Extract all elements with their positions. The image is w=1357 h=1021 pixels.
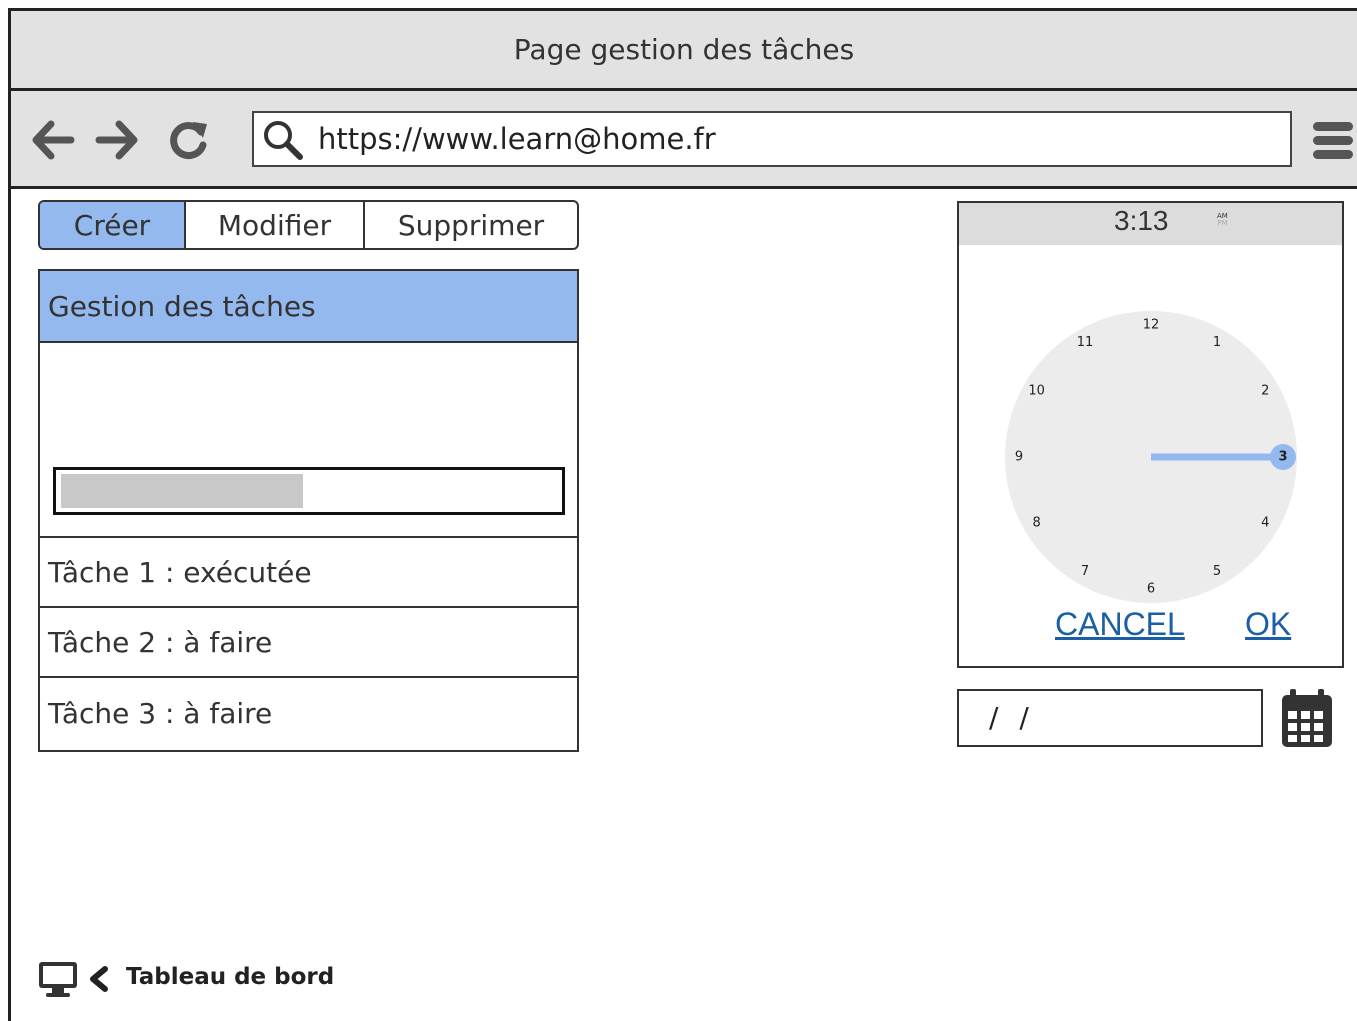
menu-icon[interactable]: [1311, 116, 1355, 164]
window-title: Page gestion des tâches: [11, 11, 1357, 91]
tab-supprimer[interactable]: Supprimer: [363, 202, 577, 248]
calendar-icon[interactable]: [1280, 687, 1334, 749]
clock-hour-5[interactable]: 5: [1213, 564, 1221, 579]
action-tabs: Créer Modifier Supprimer: [38, 200, 579, 250]
chevron-left-icon: [90, 966, 108, 992]
address-bar: https://www.learn@home.fr: [11, 91, 1357, 189]
date-value: / /: [989, 701, 1035, 734]
list-item[interactable]: Tâche 1 : exécutée: [40, 538, 577, 608]
time-display[interactable]: 3:13: [1114, 203, 1169, 241]
clock-hour-11[interactable]: 11: [1077, 335, 1094, 350]
cancel-button[interactable]: CANCEL: [1055, 606, 1185, 643]
date-field[interactable]: / /: [957, 689, 1263, 747]
list-item[interactable]: Tâche 3 : à faire: [40, 678, 577, 748]
reload-icon[interactable]: [167, 118, 211, 162]
monitor-icon: [39, 962, 77, 997]
task-input[interactable]: [53, 467, 565, 515]
url-field[interactable]: https://www.learn@home.fr: [252, 111, 1292, 167]
time-picker-header: 3:13 AM PM: [959, 203, 1342, 245]
clock-face[interactable]: 121234567891011: [1005, 311, 1297, 603]
footer-label: Tableau de bord: [126, 964, 335, 990]
clock-hour-2[interactable]: 2: [1261, 384, 1269, 399]
ok-button[interactable]: OK: [1245, 606, 1291, 643]
panel-body: [40, 343, 577, 538]
clock-hour-6[interactable]: 6: [1147, 582, 1155, 597]
clock-hour-4[interactable]: 4: [1261, 516, 1269, 531]
task-panel: Gestion des tâches Tâche 1 : exécutée Tâ…: [38, 269, 579, 752]
url-text: https://www.learn@home.fr: [318, 122, 716, 156]
tab-modifier[interactable]: Modifier: [184, 202, 363, 248]
tab-creer[interactable]: Créer: [40, 202, 184, 248]
back-arrow-icon[interactable]: [31, 118, 75, 162]
clock-hour-1[interactable]: 1: [1213, 335, 1221, 350]
am-pm-toggle[interactable]: AM PM: [1217, 213, 1228, 227]
clock-hour-9[interactable]: 9: [1015, 450, 1023, 465]
forward-arrow-icon[interactable]: [95, 118, 139, 162]
time-picker: 3:13 AM PM 12 1 2 3 4 5 6 7 8 9 10 11 CANCEL OK: [957, 201, 1344, 668]
clock-hour-3[interactable]: 3: [1278, 450, 1287, 465]
pm-label: PM: [1217, 219, 1228, 227]
task-input-placeholder: [61, 474, 303, 508]
clock-hour-12[interactable]: 12: [1143, 318, 1160, 333]
panel-title: Gestion des tâches: [40, 271, 577, 343]
list-item[interactable]: Tâche 2 : à faire: [40, 608, 577, 678]
clock-hour-8[interactable]: 8: [1033, 516, 1041, 531]
clock-hour-7[interactable]: 7: [1081, 564, 1089, 579]
search-icon: [264, 121, 303, 160]
clock-hour-10[interactable]: 10: [1028, 384, 1045, 399]
